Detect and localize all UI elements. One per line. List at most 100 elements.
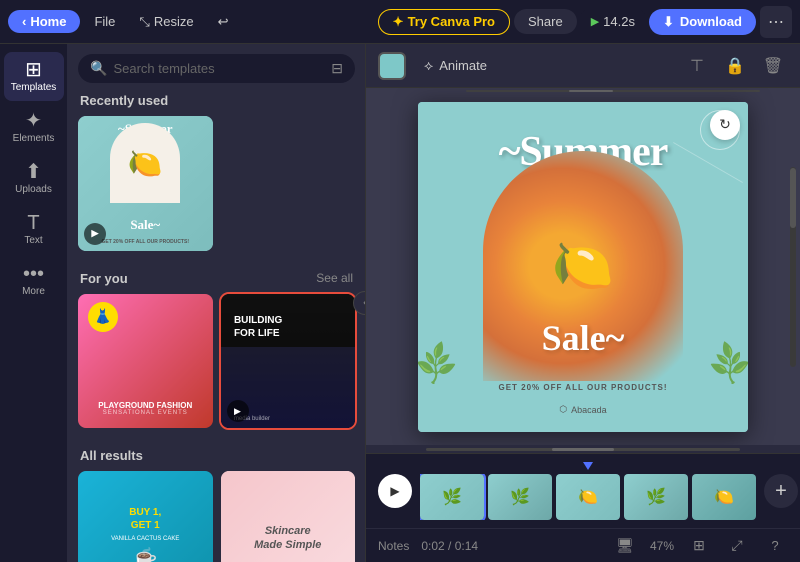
search-icon: 🔍 [90,60,107,77]
brand-icon: ⬡ [559,404,567,415]
sidebar-item-more[interactable]: ••• More [4,256,64,305]
try-canva-button[interactable]: ✦ Try Canva Pro [378,9,510,35]
recently-used-label: Recently used [80,93,353,108]
sidebar-item-elements[interactable]: ✦ Elements [4,103,64,152]
animate-button[interactable]: ⟡ Animate [414,53,497,78]
monitor-icon: 🖥 [616,537,634,554]
playhead-wrapper [420,462,756,470]
animate-icon: ⟡ [424,57,433,74]
undo-icon: ↩ [218,14,229,30]
toolbar-delete-button[interactable]: 🗑 [758,51,788,81]
canvas-brand: ⬡ Abacada [418,404,748,415]
zoom-in-button[interactable]: ⊞ [686,533,712,559]
color-swatch[interactable] [378,52,406,80]
all-results-grid: BUY 1,GET 1 VANILLA CACTUS CAKE ☕ Skinca… [68,471,365,562]
timeline-thumb-3[interactable]: 🍋 [556,474,620,520]
see-all-button[interactable]: See all [316,271,353,285]
filter-icon[interactable]: ⊟ [331,60,343,77]
play-button[interactable]: ▶ [378,474,412,508]
for-you-header: For you See all [80,271,353,286]
timeline-thumb-1[interactable]: 🌿 [420,474,484,520]
for-you-grid: playground fashion SENSATIONAL EVENTS 👗 … [68,294,365,439]
play-icon: ▶ [591,15,599,28]
canvas-sale-text: Sale~ [542,317,625,359]
toolbar-filter-button[interactable]: ⊤ [682,51,712,81]
file-button[interactable]: File [84,9,125,34]
search-input[interactable] [113,61,325,76]
fullscreen-button[interactable]: ⤢ [724,533,750,559]
templates-panel: 🔍 ⊟ Recently used ~Summer 🍋 Sale~ GET 20… [68,44,366,562]
play-triangle-icon: ▶ [390,484,399,498]
text-icon: T [27,213,39,233]
topbar: ‹ Home File ⤡ Resize ↩ ✦ Try Canva Pro S… [0,0,800,44]
star-icon: ✦ [393,14,404,30]
canvas-scroll-right [790,88,796,445]
search-bar: 🔍 ⊟ [78,54,355,83]
notes-button[interactable]: Notes [378,539,409,553]
left-leaf-decoration: 🌿 [418,340,462,389]
canvas-refresh-button[interactable]: ↻ [710,110,740,140]
trash-icon: 🗑 [763,56,783,76]
canvas-scrollbar-horizontal [366,445,800,453]
canvas-workspace[interactable]: ✳ ~Summer 🍋 🌿 🌿 [366,88,800,445]
resize-button[interactable]: ⤡ Resize [129,9,203,35]
template-card-buy-one[interactable]: BUY 1,GET 1 VANILLA CACTUS CAKE ☕ [78,471,213,562]
timeline-strip: 🌿 🌿 🍋 🌿 🍋 [420,474,756,520]
templates-icon: ⊞ [25,60,42,80]
zoom-display: 47% [650,539,674,553]
more-icon: ••• [23,264,44,284]
monitor-icon-button[interactable]: 🖥 [612,533,638,559]
design-canvas[interactable]: ✳ ~Summer 🍋 🌿 🌿 [418,102,748,432]
canvas-container: ✳ ~Summer 🍋 🌿 🌿 [418,102,748,432]
filter-icon-2: ⊤ [690,56,704,76]
canvas-area: ⟡ Animate ⊤ 🔒 🗑 [366,44,800,562]
download-icon: ⬇ [663,14,674,30]
recently-used-grid: ~Summer 🍋 Sale~ GET 20% OFF ALL OUR PROD… [68,116,365,261]
sidebar-item-uploads[interactable]: ⬆ Uploads [4,154,64,203]
canvas-toolbar: ⟡ Animate ⊤ 🔒 🗑 [366,44,800,88]
fullscreen-icon: ⤢ [731,537,742,554]
timeline: ▶ 🌿 🌿 🍋 🌿 [366,453,800,528]
zoom-in-icon: ⊞ [693,537,705,554]
toolbar-lock-button[interactable]: 🔒 [720,51,750,81]
for-you-label: For you [80,271,128,286]
download-button[interactable]: ⬇ Download [649,9,756,35]
template-card-playground[interactable]: playground fashion SENSATIONAL EVENTS 👗 [78,294,213,429]
resize-icon: ⤡ [139,14,149,30]
chevron-left-icon: ‹ [22,14,26,29]
scrollbar-thumb[interactable] [552,448,615,451]
uploads-icon: ⬆ [25,162,42,182]
timeline-thumb-2[interactable]: 🌿 [488,474,552,520]
canvas-offer-text: GET 20% OFF ALL OUR PRODUCTS! [418,383,748,392]
play-badge: ▶ [84,223,106,245]
template-card-summer[interactable]: ~Summer 🍋 Sale~ GET 20% OFF ALL OUR PROD… [78,116,213,251]
question-icon: ? [771,538,778,553]
sidebar-item-text[interactable]: T Text [4,205,64,254]
undo-button[interactable]: ↩ [208,9,239,35]
elements-icon: ✦ [25,111,42,131]
play-badge-2: ▶ [227,400,249,422]
timeline-container: 🌿 🌿 🍋 🌿 🍋 [420,462,756,520]
status-bar: Notes 0:02 / 0:14 🖥 47% ⊞ ⤢ ? [366,528,800,562]
refresh-icon: ↻ [719,116,731,133]
right-leaf-decoration: 🌿 [704,340,748,389]
timeline-thumb-5[interactable]: 🍋 [692,474,756,520]
main-layout: ⊞ Templates ✦ Elements ⬆ Uploads T Text … [0,44,800,562]
timer-badge[interactable]: ▶ 14.2s [581,10,645,33]
template-card-skincare[interactable]: SkincareMade Simple 👤 [221,471,356,562]
template-card-building[interactable]: BUILDINGFOR LIFE media builder ▶ [221,294,356,429]
more-options-button[interactable]: ⋯ [760,6,792,38]
all-results-label: All results [80,448,353,463]
add-scene-button[interactable]: + [764,474,798,508]
sidebar: ⊞ Templates ✦ Elements ⬆ Uploads T Text … [0,44,68,562]
lock-icon: 🔒 [725,56,745,76]
playhead [583,462,593,470]
scrollbar-track [426,448,740,451]
timeline-thumb-4[interactable]: 🌿 [624,474,688,520]
sidebar-item-templates[interactable]: ⊞ Templates [4,52,64,101]
share-button[interactable]: Share [514,9,577,34]
home-button[interactable]: ‹ Home [8,10,80,33]
help-button[interactable]: ? [762,533,788,559]
canvas-scroll-top [426,88,800,94]
time-display: 0:02 / 0:14 [421,539,478,553]
